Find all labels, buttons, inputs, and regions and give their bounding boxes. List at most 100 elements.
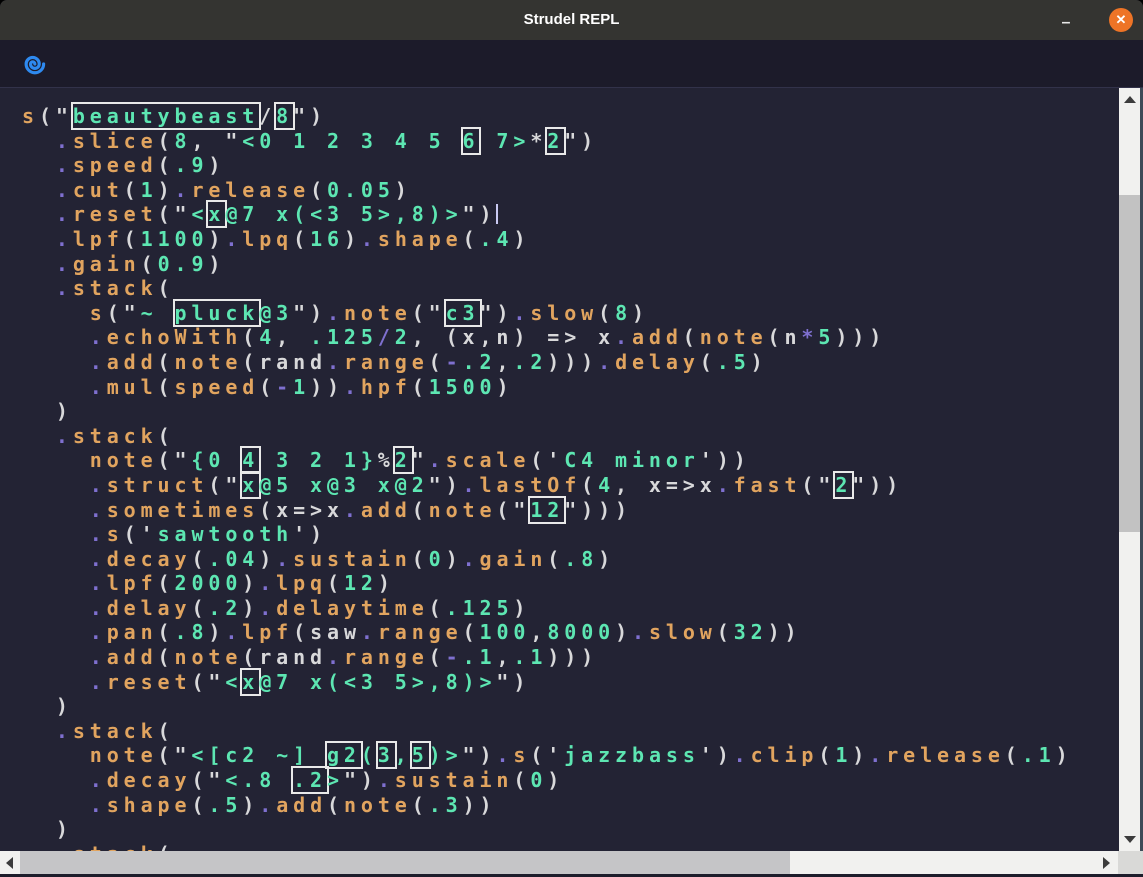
code-line[interactable]: .echoWith(4, .125/2, (x,n) => x.add(note… [22,325,1119,350]
code-token: . [632,620,649,644]
code-token: ") [480,301,514,325]
code-line[interactable]: .s('sawtooth') [22,522,1119,547]
code-line[interactable]: note("<[c2 ~] g2(3,5)>").s('jazzbass').c… [22,743,1119,768]
active-event-token: x [242,670,259,694]
vertical-scrollbar-thumb[interactable] [1119,195,1140,532]
code-token: (" [208,473,242,497]
code-line[interactable]: .decay(.04).sustain(0).gain(.8) [22,547,1119,572]
code-token: .8 [175,620,209,644]
code-token: . [225,620,242,644]
code-line[interactable]: .mul(speed(-1)).hpf(1500) [22,375,1119,400]
code-line[interactable]: .add(note(rand.range(-.2,.2))).delay(.5) [22,350,1119,375]
active-event-token: 12 [530,498,564,522]
code-token: ") [344,768,378,792]
code-token: delay [615,350,700,374]
code-line[interactable]: .speed(.9) [22,153,1119,178]
code-token: . [56,252,73,276]
horizontal-scrollbar-thumb[interactable] [20,851,790,874]
code-line[interactable]: ) [22,817,1119,842]
code-token: ( [429,645,446,669]
code-line[interactable]: .reset("<x@7 x(<3 5>,8)>") [22,670,1119,695]
code-line[interactable]: note("{0 4 3 2 1}%2".scale('C4 minor')) [22,448,1119,473]
code-token: . [90,571,107,595]
code-line[interactable]: .decay("<.8 .2>").sustain(0) [22,768,1119,793]
code-token: . [90,793,107,817]
code-line[interactable]: .shape(.5).add(note(.3)) [22,793,1119,818]
code-token: ) [598,547,615,571]
code-token: . [90,473,107,497]
code-line[interactable]: .add(note(rand.range(-.1,.1))) [22,645,1119,670]
strudel-logo-icon[interactable] [20,50,48,78]
code-token: . [429,448,446,472]
code-line[interactable]: .stack( [22,719,1119,744]
code-line[interactable]: ) [22,399,1119,424]
active-event-token: 2 [835,473,852,497]
code-token: ( [547,547,564,571]
code-token: ( [158,571,175,595]
code-line[interactable]: .sometimes(x=>x.add(note("12"))) [22,498,1119,523]
code-line[interactable]: .slice(8, "<0 1 2 3 4 5 6 7>*2") [22,129,1119,154]
scroll-down-icon[interactable] [1124,836,1136,843]
code-editor[interactable]: s("beautybeast/8") .slice(8, "<0 1 2 3 4… [0,88,1119,851]
code-line[interactable]: .pan(.8).lpf(saw.range(100,8000).slow(32… [22,620,1119,645]
code-line[interactable]: ) [22,694,1119,719]
code-token: . [56,178,73,202]
code-token: / [259,104,276,128]
code-line[interactable]: .reset("<x@7 x(<3 5>,8)>") [22,202,1119,227]
code-token: )) [768,620,802,644]
code-line[interactable]: s("~ pluck@3").note("c3").slow(8) [22,301,1119,326]
code-token: .2 [208,596,242,620]
code-token: release [886,743,1005,767]
code-token: ( [818,743,835,767]
code-token: )) [310,375,344,399]
titlebar[interactable]: Strudel REPL – ✕ [0,0,1143,40]
code-token: ') [293,522,327,546]
code-token: {0 [191,448,242,472]
code-line[interactable]: .delay(.2).delaytime(.125) [22,596,1119,621]
code-token: ) [242,793,259,817]
code-token: s [22,104,39,128]
code-line[interactable]: s("beautybeast/8") [22,104,1119,129]
code-token: 16 [310,227,344,251]
code-token: . [327,645,344,669]
code-token: (' [124,522,158,546]
scroll-left-icon[interactable] [6,857,13,869]
code-line[interactable]: .gain(0.9) [22,252,1119,277]
close-button[interactable]: ✕ [1109,8,1133,32]
code-token: range [378,620,463,644]
code-token: stack [73,424,158,448]
code-token [22,522,90,546]
code-line[interactable]: .stack( [22,424,1119,449]
code-line[interactable]: .stack( [22,842,1119,851]
code-line[interactable]: .stack( [22,276,1119,301]
scroll-right-icon[interactable] [1103,857,1110,869]
code-line[interactable]: .struct("x@5 x@3 x@2").lastOf(4, x=>x.fa… [22,473,1119,498]
code-token: ( [242,325,259,349]
code-line[interactable]: .lpf(1100).lpq(16).shape(.4) [22,227,1119,252]
code-token: , [276,325,310,349]
code-token: add [632,325,683,349]
code-line[interactable]: .lpf(2000).lpq(12) [22,571,1119,596]
minimize-button[interactable]: – [1051,0,1081,40]
code-token: ( [513,768,530,792]
code-line[interactable]: .cut(1).release(0.05) [22,178,1119,203]
code-token: add [107,350,158,374]
strudel-repl-window: Strudel REPL – ✕ s("beautybeast/8") .sli… [0,0,1143,877]
code-token: ) [751,350,768,374]
code-token: ( [158,424,175,448]
vertical-scrollbar[interactable] [1119,88,1143,851]
code-token: note [90,743,158,767]
code-token: ") [463,202,497,226]
code-token: - [446,645,463,669]
code-token: s [107,522,124,546]
code-token: ) [446,547,463,571]
code-token: . [90,670,107,694]
active-event-token: 2 [547,129,564,153]
code-token: lpq [276,571,327,595]
horizontal-scrollbar[interactable] [0,851,1118,874]
scroll-up-icon[interactable] [1124,96,1136,103]
code-token: - [276,375,293,399]
code-token: lpf [242,620,293,644]
code-token: ) [513,227,530,251]
code-token: ( [412,498,429,522]
